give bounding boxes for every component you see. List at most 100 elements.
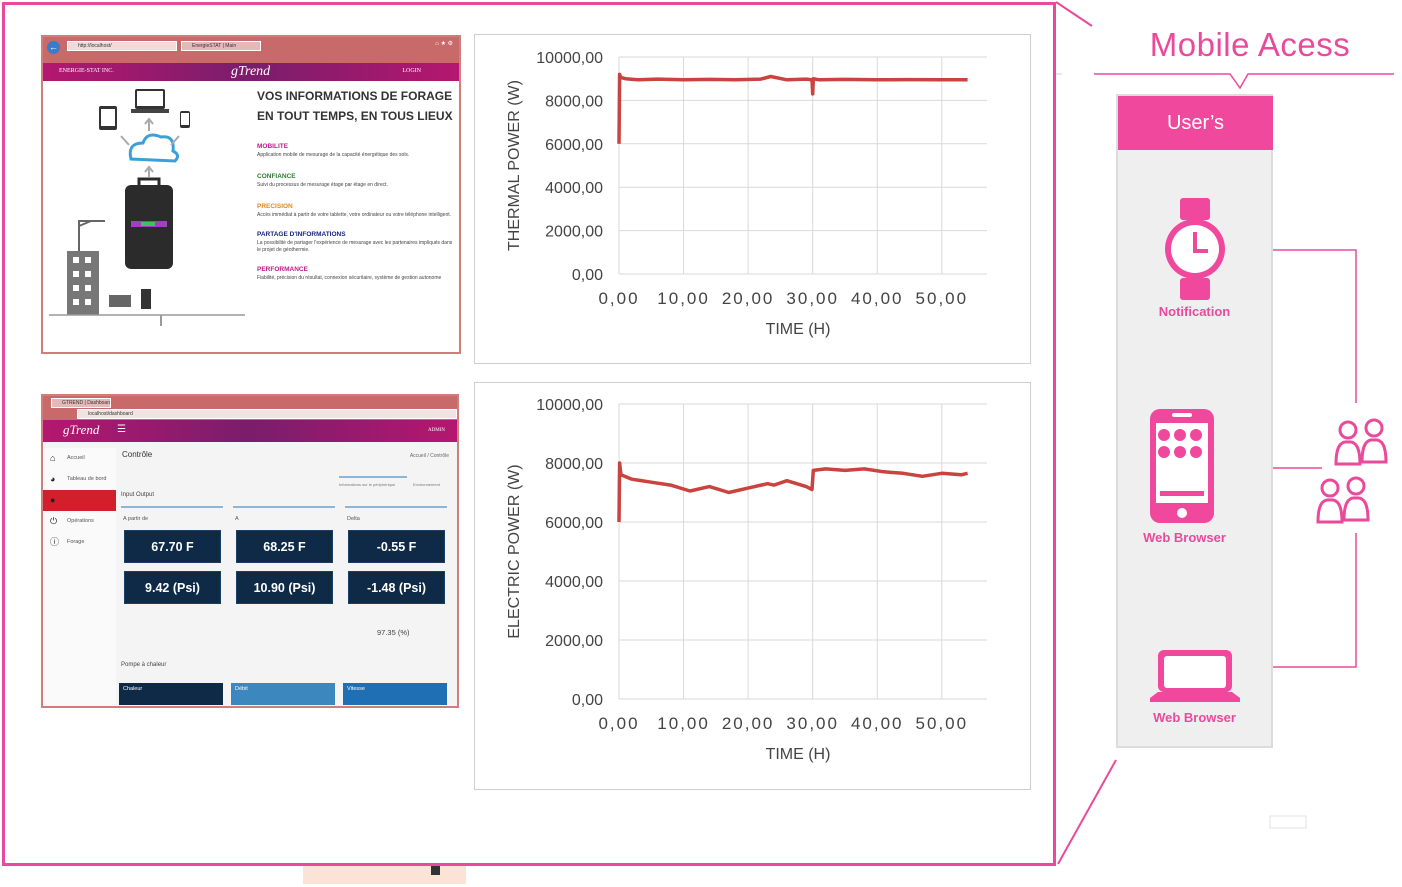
- value-tile: 67.70 F: [124, 530, 221, 563]
- y-tick-label: 6000,00: [545, 515, 603, 532]
- browser-tab[interactable]: EnergieSTAT | Main: [181, 41, 261, 51]
- y-tick-label: 10000,00: [536, 397, 603, 414]
- browser-tab[interactable]: GTREND | Dashboard: [51, 398, 111, 408]
- feature-title: CONFIANCE: [257, 173, 296, 180]
- chaleur-tile: Chaleur: [119, 683, 223, 705]
- web-browser-laptop-label: Web Browser: [1153, 710, 1236, 725]
- power-icon: ⏻: [50, 516, 58, 526]
- debit-tile: Débit: [231, 683, 335, 705]
- mobile-access-title: Mobile Acess: [1149, 26, 1351, 63]
- thermal-chart: 0,00 2000,00 4000,00 6000,00 8000,00 10000,00…: [474, 34, 1031, 364]
- series-line: [617, 461, 968, 523]
- cloud-illustration: [49, 89, 245, 326]
- y-tick-label: 8000,00: [545, 456, 603, 473]
- company-name: ENERGIE-STAT INC.: [59, 68, 114, 74]
- page-title: Contrôle: [122, 450, 153, 459]
- y-tick-label: 8000,00: [545, 93, 603, 110]
- x-tick-label: 30,00: [786, 289, 839, 308]
- y-tick-label: 2000,00: [545, 633, 603, 650]
- sidebar-item-tableau[interactable]: ◕ Tableau de bord: [43, 469, 116, 490]
- users-group-icon: [1316, 418, 1388, 524]
- web-browser-mobile-label: Web Browser: [1143, 530, 1226, 545]
- address-bar[interactable]: http://localhost/: [67, 41, 177, 51]
- smartphone-icon[interactable]: [1148, 407, 1218, 525]
- site-header: ENERGIE-STAT INC. gTrend LOGIN: [43, 63, 459, 81]
- x-tick-label: 40,00: [851, 289, 904, 308]
- watch-icon[interactable]: [1160, 196, 1230, 302]
- x-tick-label: 0,00: [598, 289, 639, 308]
- website-screenshot: ← http://localhost/ EnergieSTAT | Main ⌂…: [41, 35, 461, 354]
- users-panel: User’s Notification Web Browser Web Brow…: [1116, 94, 1273, 748]
- feature-desc: Accès immédiat à partir de votre tablett…: [257, 212, 451, 218]
- tab-environment[interactable]: Environnement: [413, 476, 440, 487]
- breadcrumb[interactable]: Accueil / Contrôle: [410, 453, 449, 459]
- decorative-strip: [303, 866, 466, 884]
- x-tick-label: 30,00: [786, 714, 839, 733]
- y-axis-title: ELECTRIC POWER (W): [506, 464, 523, 638]
- feature-title: PRECISION: [257, 203, 293, 210]
- tab-device-info[interactable]: Informations sur le périphérique: [339, 476, 407, 487]
- y-tick-label: 2000,00: [545, 224, 603, 241]
- column-line: [233, 506, 335, 508]
- info-icon: ⓘ: [50, 537, 60, 547]
- sidebar-item-accueil[interactable]: ⌂ Accueil: [43, 448, 116, 469]
- series-line: [617, 72, 968, 144]
- x-tick-label: 20,00: [722, 714, 775, 733]
- site-content: VOS INFORMATIONS DE FORAGE EN TOUT TEMPS…: [257, 89, 457, 282]
- vitesse-tile: Vitesse: [343, 683, 447, 705]
- x-tick-label: 40,00: [851, 714, 904, 733]
- laptop-icon[interactable]: [1150, 648, 1240, 704]
- back-arrow-icon[interactable]: ←: [47, 41, 60, 54]
- headline-line-2: EN TOUT TEMPS, EN TOUS LIEUX: [257, 109, 453, 123]
- sidebar-item-forage[interactable]: ⓘ Forage: [43, 532, 116, 553]
- x-axis-title: TIME (H): [766, 321, 831, 338]
- headline-line-1: VOS INFORMATIONS DE FORAGE: [257, 89, 453, 103]
- gauge-icon: ◕: [50, 474, 56, 484]
- browser-chrome: GTREND | Dashboard localhost/dashboard: [43, 396, 457, 420]
- x-axis-title: TIME (H): [766, 746, 831, 763]
- dashboard-header: gTrend ☰ ADMIN: [43, 420, 457, 442]
- window-controls-icon[interactable]: ⌂ ★ ⚙: [435, 40, 453, 47]
- y-tick-label: 10000,00: [536, 50, 603, 67]
- y-tick-label: 4000,00: [545, 574, 603, 591]
- x-tick-label: 50,00: [916, 289, 969, 308]
- browser-chrome: ← http://localhost/ EnergieSTAT | Main ⌂…: [43, 37, 459, 63]
- sidebar: ⌂ Accueil ◕ Tableau de bord ● ⏻ Opérations …: [43, 448, 116, 706]
- feature-desc: Application mobile de mesurage de la cap…: [257, 152, 410, 158]
- value-tile: -1.48 (Psi): [348, 571, 445, 604]
- value-tile: 68.25 F: [236, 530, 333, 563]
- sidebar-item-active[interactable]: ●: [43, 490, 116, 511]
- feature-desc: Fiabilité, précision du résultat, connex…: [257, 275, 442, 281]
- notification-label: Notification: [1158, 304, 1231, 319]
- feature-desc: Suivi du processus de mesurage étage par…: [257, 182, 388, 188]
- column-header: A: [235, 516, 239, 522]
- feature-title: PERFORMANCE: [257, 266, 308, 273]
- address-bar[interactable]: localhost/dashboard: [77, 409, 457, 419]
- x-tick-label: 20,00: [722, 289, 775, 308]
- user-menu[interactable]: ADMIN: [428, 428, 445, 433]
- y-tick-label: 4000,00: [545, 180, 603, 197]
- column-line: [121, 506, 223, 508]
- sidebar-item-operations[interactable]: ⏻ Opérations: [43, 511, 116, 532]
- column-header: Delta: [347, 516, 360, 522]
- x-tick-label: 0,00: [598, 714, 639, 733]
- value-tile: -0.55 F: [348, 530, 445, 563]
- feature-title: MOBILITE: [257, 143, 289, 150]
- column-header: A partir de: [123, 516, 149, 522]
- login-link[interactable]: LOGIN: [402, 68, 421, 74]
- panel-header: User’s: [1118, 96, 1273, 150]
- value-tile: 10.90 (Psi): [236, 571, 333, 604]
- section-title: Input Output: [121, 492, 155, 498]
- x-tick-label: 10,00: [657, 714, 710, 733]
- y-axis-title: THERMAL POWER (W): [506, 80, 523, 251]
- home-icon: ⌂: [50, 453, 56, 463]
- x-tick-label: 50,00: [916, 714, 969, 733]
- site-logo: gTrend: [231, 64, 271, 79]
- active-icon: ●: [50, 495, 56, 505]
- menu-icon[interactable]: ☰: [117, 424, 126, 435]
- feature-desc: La possibilité de partager l'expérience …: [257, 240, 453, 253]
- percent-value: 97.35 (%): [377, 628, 410, 637]
- dashboard-main: Contrôle Accueil / Contrôle Informations…: [117, 444, 457, 706]
- y-tick-label: 0,00: [572, 692, 603, 709]
- electric-chart-svg: 0,00 2000,00 4000,00 6000,00 8000,00 10000,00…: [506, 397, 987, 763]
